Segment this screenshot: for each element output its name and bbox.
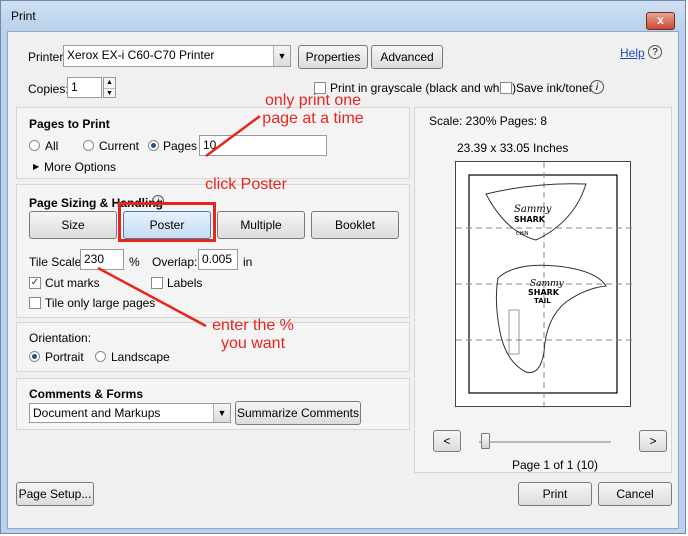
annotation-arrows [97,114,261,328]
annotation-scale-note: enter the % you want [198,317,308,353]
annotation-text: enter the % [212,317,294,334]
arrow-line-2 [97,266,207,328]
annotation-text: only print one [264,92,362,109]
annotation-text: page at a time [262,110,364,127]
annotation-text: you want [220,335,286,352]
annotation-pages-note: only print one page at a time [250,92,376,128]
annotation-poster-note: click Poster [205,176,287,193]
